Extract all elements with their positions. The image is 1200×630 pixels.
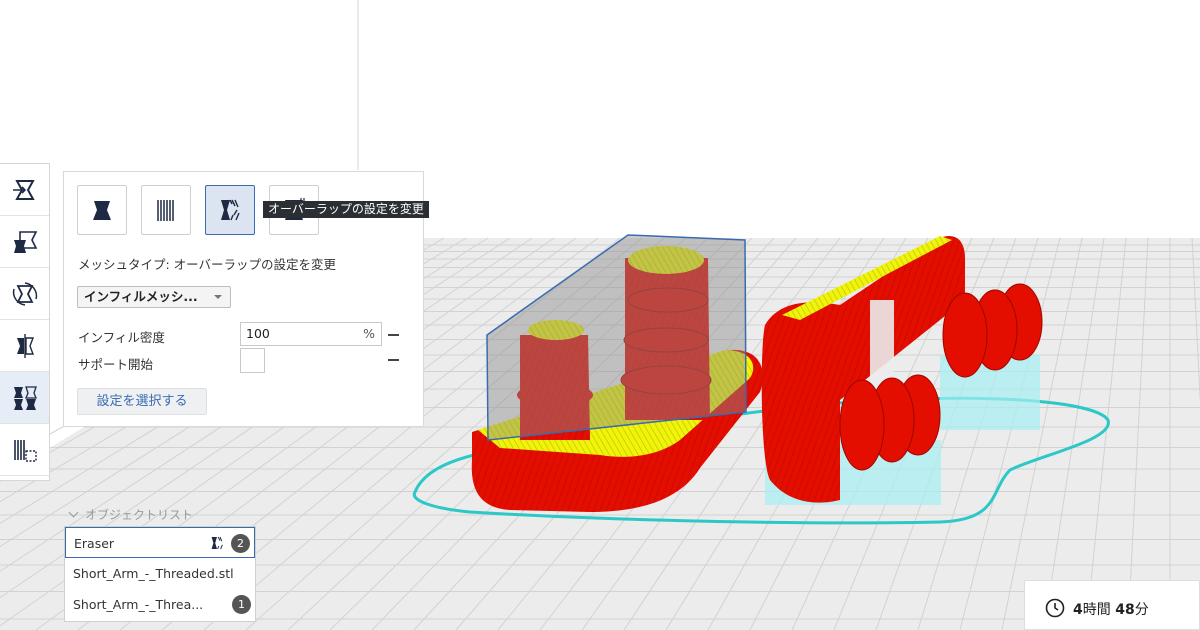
object-list-title: オブジェクトリスト [85, 508, 194, 522]
dropdown-value: インフィルメッシ... [84, 289, 198, 304]
per-model-settings-icon [13, 385, 37, 410]
mirror-tool-button[interactable] [0, 320, 49, 372]
object-list-header[interactable]: オブジェクトリスト [68, 506, 194, 523]
infill-density-unit: % [363, 326, 375, 341]
rotate-tool-button[interactable] [0, 268, 49, 320]
print-time-panel[interactable]: 4時間 48分 [1024, 580, 1200, 630]
object-list: Eraser 2 Short_Arm_-_Threaded.stl Short_… [64, 526, 256, 622]
print-time-text: 4時間 48分 [1073, 599, 1149, 619]
chevron-down-icon [214, 295, 222, 299]
select-settings-button[interactable]: 設定を選択する [77, 388, 207, 415]
per-model-settings-tool-button[interactable] [0, 372, 49, 424]
print-as-support-icon [157, 200, 174, 221]
chevron-down-icon [68, 507, 79, 518]
infill-density-label: インフィル密度 [78, 330, 165, 345]
object-list-item[interactable]: Short_Arm_-_Threa... 1 [65, 589, 255, 620]
clock-icon [1045, 598, 1065, 618]
print-time-hours-unit: 時間 [1082, 602, 1111, 618]
scale-tool-button[interactable] [0, 216, 49, 268]
modify-overlap-icon [221, 199, 240, 221]
scale-icon [13, 230, 37, 253]
infill-density-input[interactable]: 100 % [240, 322, 382, 346]
support-start-label: サポート開始 [78, 357, 154, 372]
support-start-checkbox[interactable] [240, 348, 265, 373]
object-name: Short_Arm_-_Threa... [73, 597, 204, 612]
print-as-support-button[interactable] [141, 185, 191, 235]
object-list-item-eraser[interactable]: Eraser 2 [65, 527, 255, 558]
normal-model-button[interactable] [77, 185, 127, 235]
rotate-icon [12, 281, 37, 306]
support-blocker-tool-button[interactable] [0, 424, 49, 476]
move-icon [12, 179, 35, 200]
support-blocker-icon [13, 439, 37, 462]
mirror-icon [16, 333, 34, 358]
infill-density-value: 100 [246, 326, 270, 341]
remove-support-start-button[interactable] [388, 359, 399, 361]
print-time-minutes-unit: 分 [1134, 602, 1149, 618]
tool-bar [0, 163, 50, 481]
normal-model-icon [93, 201, 111, 220]
tooltip: オーバーラップの設定を変更 [263, 201, 429, 218]
move-tool-button[interactable] [0, 164, 49, 216]
object-name: Short_Arm_-_Threaded.stl [73, 566, 234, 581]
object-name: Eraser [74, 536, 115, 551]
mesh-type-label: メッシュタイプ: オーバーラップの設定を変更 [78, 257, 337, 272]
infill-mesh-dropdown[interactable]: インフィルメッシ... [77, 286, 231, 308]
remove-infill-density-button[interactable] [388, 334, 399, 336]
print-time-hours: 4 [1073, 602, 1083, 618]
object-list-item[interactable]: Short_Arm_-_Threaded.stl [65, 558, 255, 589]
object-badge: 1 [232, 595, 251, 614]
print-time-minutes: 48 [1115, 602, 1135, 618]
modify-overlap-button[interactable] [205, 185, 255, 235]
modify-overlap-icon [211, 536, 223, 550]
object-badge: 2 [231, 534, 250, 553]
